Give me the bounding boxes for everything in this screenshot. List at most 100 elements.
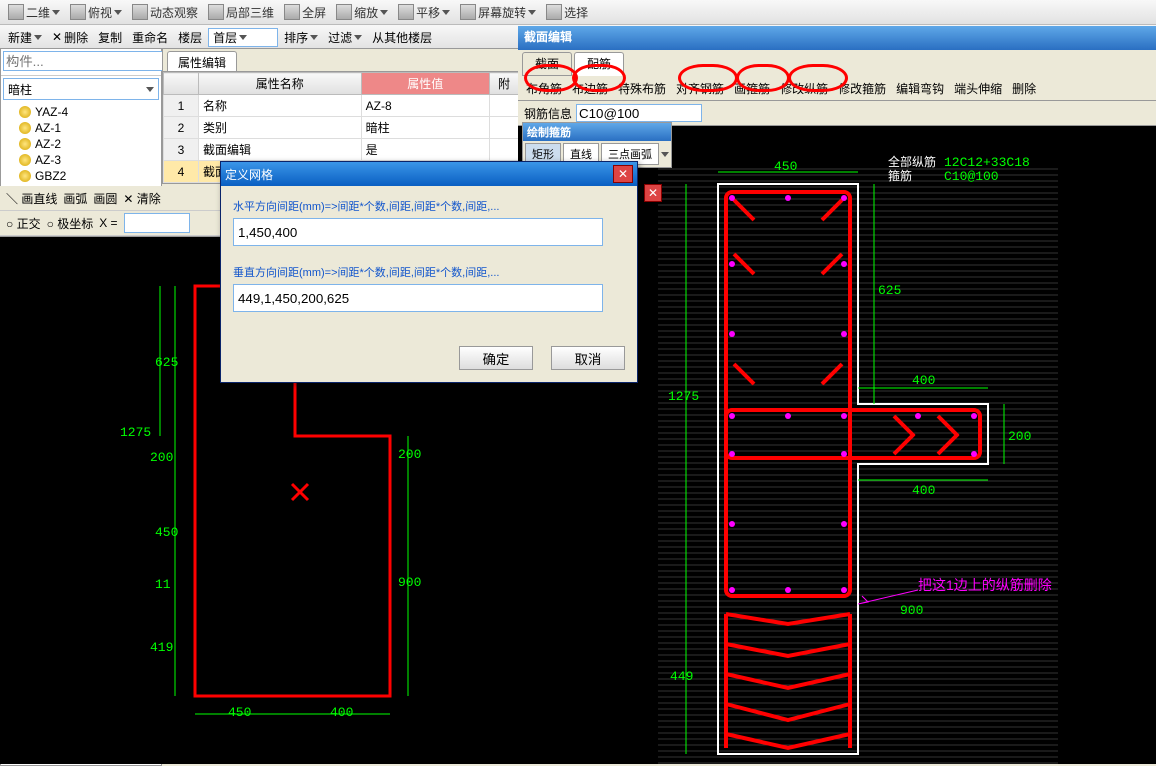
dialog-titlebar[interactable]: 定义网格 ✕: [221, 162, 637, 186]
component-type-combo[interactable]: 暗柱: [3, 78, 159, 100]
dialog-title: 定义网格: [225, 166, 273, 183]
prop-row[interactable]: 3截面编辑是: [164, 139, 519, 161]
svg-text:400: 400: [912, 373, 935, 388]
svg-text:900: 900: [900, 603, 923, 618]
draw-line-button[interactable]: ＼ 画直线: [6, 190, 57, 207]
cmd-edge-bar[interactable]: 布边筋: [568, 78, 612, 99]
select-icon: [546, 4, 562, 20]
chevron-down-icon: [354, 35, 362, 40]
cmd-corner-bar[interactable]: 布角筋: [522, 78, 566, 99]
node-icon: [19, 122, 31, 134]
ortho-radio[interactable]: ○ 正交: [6, 215, 41, 232]
chevron-down-icon: [239, 35, 247, 40]
svg-text:11: 11: [155, 577, 171, 592]
draw-arc-button[interactable]: 画弧: [63, 190, 87, 207]
rotate-icon: [460, 4, 476, 20]
svg-text:200: 200: [150, 450, 173, 465]
chevron-down-icon: [380, 10, 388, 15]
svg-text:400: 400: [330, 705, 353, 720]
view-rotate[interactable]: 屏幕旋转: [456, 4, 540, 21]
svg-text:450: 450: [155, 525, 178, 540]
new-button[interactable]: 新建: [4, 29, 46, 46]
tab-rebar[interactable]: 配筋: [574, 52, 624, 76]
node-icon: [19, 154, 31, 166]
ok-button[interactable]: 确定: [459, 346, 533, 370]
filter-button[interactable]: 过滤: [324, 29, 366, 46]
cmd-edit-longbar[interactable]: 修改纵筋: [776, 78, 832, 99]
sort-button[interactable]: 排序: [280, 29, 322, 46]
view-top[interactable]: 俯视: [66, 4, 126, 21]
chevron-down-icon: [442, 10, 450, 15]
node-icon: [19, 170, 31, 182]
cmd-edit-stirrup[interactable]: 修改箍筋: [834, 78, 890, 99]
svg-text:450: 450: [774, 159, 797, 174]
horiz-spacing-label: 水平方向间距(mm)=>间距*个数,间距,间距*个数,间距,...: [233, 198, 625, 214]
from-other-floor-button[interactable]: 从其他楼层: [368, 29, 436, 46]
tree-node[interactable]: AZ-3: [1, 152, 161, 168]
cmd-delete[interactable]: 删除: [1008, 78, 1040, 99]
delete-button[interactable]: ✕ 删除: [48, 29, 92, 46]
cube-icon: [208, 4, 224, 20]
cmd-special-bar[interactable]: 特殊布筋: [614, 78, 670, 99]
component-tree: YAZ-4 AZ-1 AZ-2 AZ-3 GBZ2: [1, 102, 161, 186]
horiz-spacing-input[interactable]: [233, 218, 603, 246]
vert-spacing-input[interactable]: [233, 284, 603, 312]
cube-icon: [70, 4, 86, 20]
node-icon: [19, 138, 31, 150]
close-icon[interactable]: ✕: [613, 165, 633, 183]
x-label: X =: [99, 216, 117, 230]
vert-spacing-label: 垂直方向间距(mm)=>间距*个数,间距,间距*个数,间距,...: [233, 264, 625, 280]
polar-radio[interactable]: ○ 极坐标: [47, 215, 94, 232]
tree-node[interactable]: GBZ2: [1, 168, 161, 184]
tree-node[interactable]: YAZ-4: [1, 104, 161, 120]
cmd-end-extend[interactable]: 端头伸缩: [950, 78, 1006, 99]
svg-text:箍筋: 箍筋: [888, 168, 912, 183]
chevron-down-icon: [114, 10, 122, 15]
view-fullscreen[interactable]: 全屏: [280, 4, 330, 21]
draw-stirrup-title: 绘制箍筋: [523, 123, 671, 141]
svg-text:625: 625: [878, 283, 901, 298]
view-pan[interactable]: 平移: [394, 4, 454, 21]
floor-combo[interactable]: 首层: [208, 28, 278, 47]
col-name: 属性名称: [199, 73, 362, 95]
tab-properties[interactable]: 属性编辑: [167, 51, 237, 71]
tab-section[interactable]: 截面: [522, 52, 572, 76]
view-zoom[interactable]: 缩放: [332, 4, 392, 21]
clear-button[interactable]: ✕ 清除: [123, 190, 160, 207]
chevron-down-icon: [661, 152, 669, 157]
chevron-down-icon: [146, 87, 154, 92]
chevron-down-icon: [528, 10, 536, 15]
tree-node[interactable]: AZ-2: [1, 136, 161, 152]
copy-button[interactable]: 复制: [94, 29, 126, 46]
draw-circle-button[interactable]: 画圆: [93, 190, 117, 207]
rebar-info-label: 钢筋信息: [524, 105, 572, 122]
search-input[interactable]: [3, 51, 186, 71]
orbit-icon: [132, 4, 148, 20]
pan-icon: [398, 4, 414, 20]
view-local3d[interactable]: 局部三维: [204, 4, 278, 21]
tree-node[interactable]: AZ-1: [1, 120, 161, 136]
close-icon[interactable]: ✕: [644, 184, 662, 202]
svg-text:1275: 1275: [668, 389, 699, 404]
view-select[interactable]: 选择: [542, 4, 592, 21]
view-2d[interactable]: 二维: [4, 4, 64, 21]
rebar-info-input[interactable]: [576, 104, 702, 122]
svg-text:419: 419: [150, 640, 173, 655]
rebar-command-bar: 布角筋 布边筋 特殊布筋 对齐钢筋 画箍筋 修改纵筋 修改箍筋 编辑弯钩 端头伸…: [518, 76, 1156, 101]
prop-row[interactable]: 1名称AZ-8: [164, 95, 519, 117]
cmd-align-bar[interactable]: 对齐钢筋: [672, 78, 728, 99]
chevron-down-icon: [310, 35, 318, 40]
x-input[interactable]: [124, 213, 190, 233]
prop-row[interactable]: 2类别暗柱: [164, 117, 519, 139]
cancel-button[interactable]: 取消: [551, 346, 625, 370]
svg-text:12C12+33C18: 12C12+33C18: [944, 155, 1030, 170]
fullscreen-icon: [284, 4, 300, 20]
cmd-edit-hook[interactable]: 编辑弯钩: [892, 78, 948, 99]
view-orbit[interactable]: 动态观察: [128, 4, 202, 21]
cmd-draw-stirrup[interactable]: 画箍筋: [730, 78, 774, 99]
svg-text:C10@100: C10@100: [944, 169, 999, 184]
col-value: 属性值: [361, 73, 489, 95]
section-editor: 截面编辑 截面 配筋 布角筋 布边筋 特殊布筋 对齐钢筋 画箍筋 修改纵筋 修改…: [518, 26, 1156, 764]
svg-text:450: 450: [228, 705, 251, 720]
rename-button[interactable]: 重命名: [128, 29, 172, 46]
